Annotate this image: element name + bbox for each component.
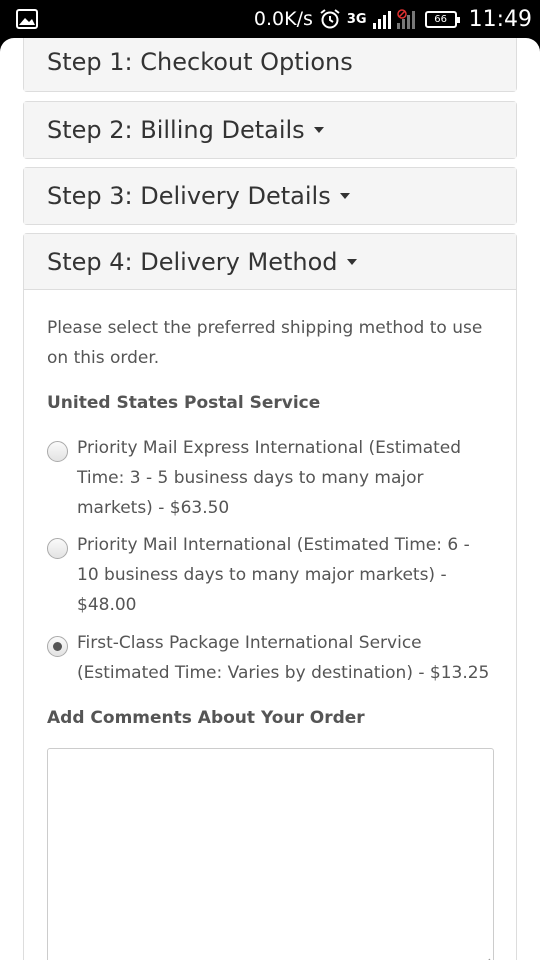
gallery-notification-icon (16, 9, 38, 29)
carrier-name: United States Postal Service (47, 393, 321, 413)
checkout-page: Step 1: Checkout Options Step 2: Billing… (0, 38, 540, 960)
step-4-body: Please select the preferred shipping met… (24, 313, 516, 960)
caret-down-icon (346, 258, 357, 265)
step-4-header[interactable]: Step 4: Delivery Method (24, 234, 516, 290)
radio-button[interactable] (47, 441, 68, 462)
step-1-title: Step 1: Checkout Options (47, 48, 353, 76)
shipping-option-first-class[interactable]: First-Class Package International Servic… (47, 628, 493, 688)
radio-button-selected[interactable] (47, 636, 68, 657)
step-3-title: Step 3: Delivery Details (47, 182, 331, 210)
alarm-clock-icon (320, 9, 340, 29)
step-3-panel: Step 3: Delivery Details (23, 167, 517, 225)
network-speed: 0.0K/s (253, 8, 313, 30)
shipping-intro-text: Please select the preferred shipping met… (47, 318, 483, 368)
shipping-option-express[interactable]: Priority Mail Express International (Est… (47, 433, 493, 523)
shipping-option-label: Priority Mail International (Estimated T… (77, 535, 470, 615)
caret-down-icon (313, 127, 324, 133)
comments-label: Add Comments About Your Order (47, 708, 365, 728)
radio-button[interactable] (47, 538, 68, 559)
shipping-option-label: Priority Mail Express International (Est… (77, 438, 462, 518)
step-1-header[interactable]: Step 1: Checkout Options (24, 38, 516, 91)
network-type: 3G (346, 11, 367, 27)
step-2-panel: Step 2: Billing Details (23, 101, 517, 159)
battery-level: 66 (434, 13, 447, 25)
clock: 11:49 (468, 6, 532, 32)
battery-icon: 66 (424, 10, 460, 28)
caret-down-icon (339, 193, 350, 199)
step-4-title: Step 4: Delivery Method (47, 247, 338, 276)
step-3-header[interactable]: Step 3: Delivery Details (24, 168, 516, 224)
step-4-panel: Step 4: Delivery Method Please select th… (23, 233, 517, 960)
step-2-title: Step 2: Billing Details (47, 116, 305, 144)
step-2-header[interactable]: Step 2: Billing Details (24, 102, 516, 158)
shipping-option-label: First-Class Package International Servic… (77, 633, 490, 683)
step-1-panel: Step 1: Checkout Options (23, 38, 517, 92)
no-sim-signal-icon (396, 9, 415, 29)
shipping-option-priority[interactable]: Priority Mail International (Estimated T… (47, 530, 493, 620)
comments-textarea[interactable] (47, 748, 494, 960)
signal-strength-icon (372, 11, 391, 29)
status-bar: 0.0K/s 3G 66 11:49 (0, 0, 540, 38)
